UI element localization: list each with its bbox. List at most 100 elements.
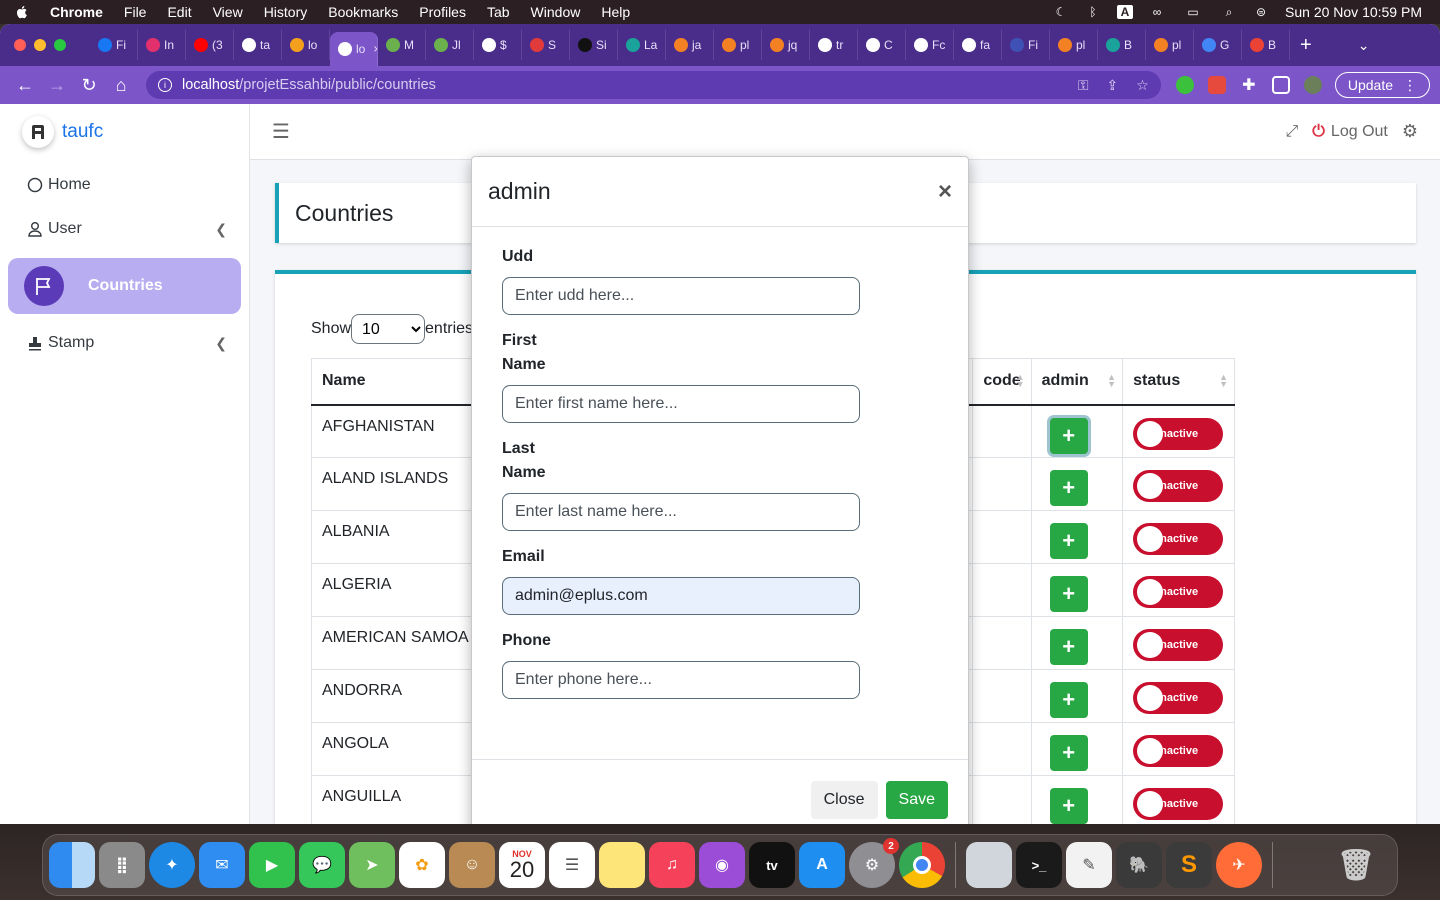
close-button[interactable]: Close: [810, 780, 878, 819]
forward-icon[interactable]: →: [42, 70, 72, 100]
reminders-icon[interactable]: ☰: [549, 842, 595, 888]
safari-icon[interactable]: ✦: [149, 842, 195, 888]
downloads-stack-icon[interactable]: [1283, 842, 1329, 888]
messages-icon[interactable]: 💬: [299, 842, 345, 888]
menu-help[interactable]: Help: [601, 4, 630, 20]
phone-input[interactable]: [502, 661, 860, 699]
menu-profiles[interactable]: Profiles: [419, 4, 466, 20]
bluetooth-icon[interactable]: ᛒ: [1085, 5, 1101, 19]
battery-icon[interactable]: ▭: [1181, 5, 1205, 19]
first-name-input[interactable]: [502, 385, 860, 423]
maximize-window-button[interactable]: [54, 39, 66, 51]
apple-icon[interactable]: [14, 4, 30, 20]
profile-avatar[interactable]: [1303, 76, 1322, 94]
menu-window[interactable]: Window: [531, 4, 581, 20]
photos-icon[interactable]: ✿: [399, 842, 445, 888]
extension-red-icon[interactable]: [1207, 76, 1226, 94]
menu-edit[interactable]: Edit: [167, 4, 191, 20]
menu-file[interactable]: File: [124, 4, 147, 20]
notes-icon[interactable]: [599, 842, 645, 888]
browser-tab[interactable]: Si: [570, 30, 618, 60]
finder-icon[interactable]: [49, 842, 95, 888]
mail-icon[interactable]: ✉: [199, 842, 245, 888]
email-input[interactable]: [502, 577, 860, 615]
more-menu-icon[interactable]: ⋮: [1403, 77, 1417, 94]
menu-view[interactable]: View: [213, 4, 243, 20]
chrome-icon[interactable]: [899, 842, 945, 888]
browser-tab[interactable]: $: [474, 30, 522, 60]
browser-tab[interactable]: B: [1098, 30, 1146, 60]
browser-tab[interactable]: lo: [282, 30, 330, 60]
share-icon[interactable]: ⇪: [1107, 77, 1119, 94]
extension-green-icon[interactable]: [1175, 76, 1194, 94]
podcasts-icon[interactable]: ◉: [699, 842, 745, 888]
preview-icon[interactable]: [966, 842, 1012, 888]
browser-tab[interactable]: M: [378, 30, 426, 60]
menu-history[interactable]: History: [264, 4, 308, 20]
browser-tab[interactable]: B: [1242, 30, 1290, 60]
browser-tab[interactable]: pl: [1050, 30, 1098, 60]
clock[interactable]: Sun 20 Nov 10:59 PM: [1285, 4, 1422, 20]
browser-tab[interactable]: Fi: [90, 30, 138, 60]
browser-tab[interactable]: S: [522, 30, 570, 60]
system-settings-icon[interactable]: ⚙ 2: [849, 838, 899, 888]
textedit-icon[interactable]: ✎: [1066, 842, 1112, 888]
facetime-icon[interactable]: ▶: [249, 842, 295, 888]
calendar-icon[interactable]: NOV 20: [499, 842, 545, 888]
save-button[interactable]: Save: [885, 780, 948, 819]
browser-tab[interactable]: jq: [762, 30, 810, 60]
app-store-icon[interactable]: A: [799, 842, 845, 888]
launchpad-icon[interactable]: ⣿: [99, 842, 145, 888]
favicon-icon: [1250, 38, 1264, 52]
link-icon[interactable]: ∞: [1149, 5, 1165, 19]
key-icon[interactable]: ⚿: [1078, 77, 1089, 94]
udd-input[interactable]: [502, 277, 860, 315]
browser-tab[interactable]: In: [138, 30, 186, 60]
side-panel-icon[interactable]: [1271, 76, 1290, 94]
postman-icon[interactable]: ✈: [1216, 842, 1262, 888]
browser-tab[interactable]: ta: [234, 30, 282, 60]
browser-tab[interactable]: Fi: [1002, 30, 1050, 60]
browser-tab[interactable]: Jl: [426, 30, 474, 60]
browser-tab[interactable]: La: [618, 30, 666, 60]
trash-icon[interactable]: 🗑: [1333, 842, 1379, 888]
close-window-button[interactable]: [14, 39, 26, 51]
apple-tv-icon[interactable]: tv: [749, 842, 795, 888]
tableplus-icon[interactable]: 🐘: [1116, 842, 1162, 888]
back-icon[interactable]: ←: [10, 70, 40, 100]
browser-tab[interactable]: pl: [714, 30, 762, 60]
menu-app-name[interactable]: Chrome: [50, 4, 103, 20]
close-icon[interactable]: ×: [938, 178, 952, 206]
last-name-input[interactable]: [502, 493, 860, 531]
music-icon[interactable]: ♫: [649, 842, 695, 888]
update-button[interactable]: Update ⋮: [1334, 72, 1430, 98]
browser-tab[interactable]: tr: [810, 30, 858, 60]
control-center-icon[interactable]: ⊜: [1253, 5, 1269, 19]
browser-tab[interactable]: Fc: [906, 30, 954, 60]
extensions-puzzle-icon[interactable]: ✚: [1240, 76, 1258, 94]
menu-bookmarks[interactable]: Bookmarks: [328, 4, 398, 20]
maps-icon[interactable]: ➤: [349, 842, 395, 888]
browser-tab[interactable]: C: [858, 30, 906, 60]
menu-tab[interactable]: Tab: [487, 4, 510, 20]
keyboard-input-icon[interactable]: A: [1117, 5, 1134, 19]
site-info-icon[interactable]: i: [158, 78, 172, 92]
browser-tab-active[interactable]: lo×: [330, 32, 378, 66]
reload-icon[interactable]: ↻: [74, 70, 104, 100]
moon-icon[interactable]: ☾: [1053, 5, 1069, 19]
minimize-window-button[interactable]: [34, 39, 46, 51]
tab-search-icon[interactable]: ⌄: [1358, 37, 1370, 54]
browser-tab[interactable]: pl: [1146, 30, 1194, 60]
search-icon[interactable]: ⌕: [1221, 5, 1237, 19]
home-icon[interactable]: ⌂: [106, 70, 136, 100]
new-tab-icon[interactable]: +: [1300, 34, 1312, 57]
browser-tab[interactable]: G: [1194, 30, 1242, 60]
browser-tab[interactable]: fa: [954, 30, 1002, 60]
terminal-icon[interactable]: >_: [1016, 842, 1062, 888]
browser-tab[interactable]: (3: [186, 30, 234, 60]
contacts-icon[interactable]: ☺: [449, 842, 495, 888]
sublime-text-icon[interactable]: S: [1166, 842, 1212, 888]
browser-tab[interactable]: ja: [666, 30, 714, 60]
bookmark-star-icon[interactable]: ☆: [1136, 77, 1149, 94]
address-bar[interactable]: i localhost/projetEssahbi/public/countri…: [146, 71, 1161, 99]
